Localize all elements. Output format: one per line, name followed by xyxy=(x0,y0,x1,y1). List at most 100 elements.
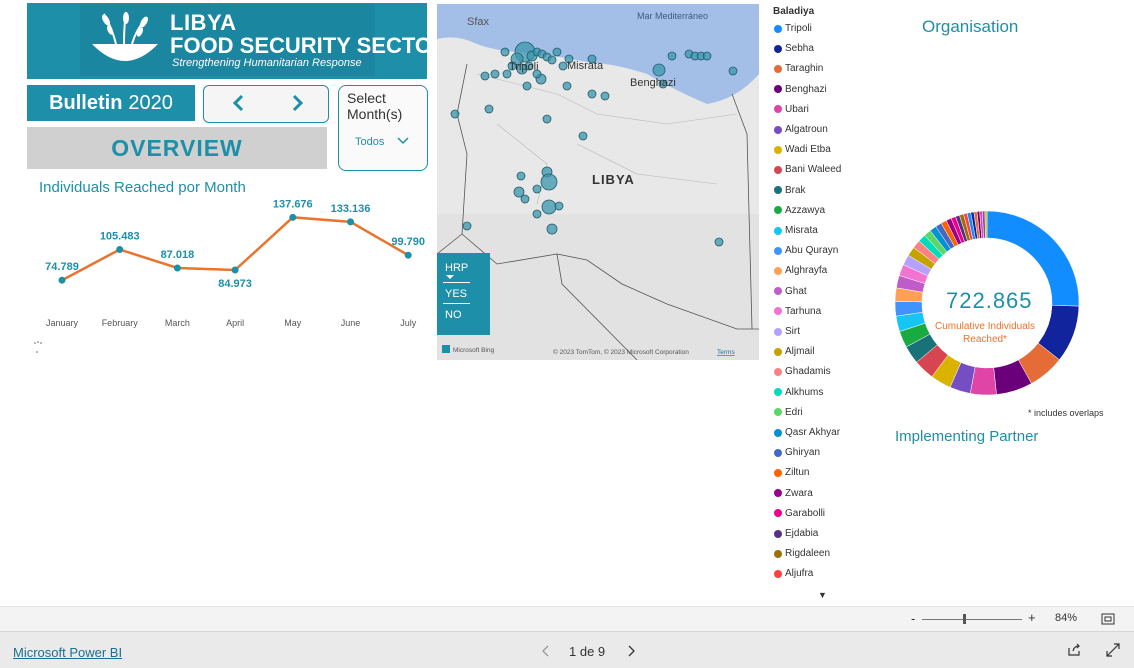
zoom-out-button[interactable]: - xyxy=(911,611,915,626)
next-page-icon[interactable] xyxy=(626,645,636,657)
legend-item[interactable]: Ghiryan xyxy=(774,447,820,458)
footer-bar: Microsoft Power BI 1 de 9 xyxy=(0,631,1134,668)
legend-item[interactable]: Aljmail xyxy=(774,346,814,357)
map-bubble[interactable] xyxy=(532,209,542,219)
legend-item-label: Aljufra xyxy=(785,568,814,580)
legend-item[interactable]: Brak xyxy=(774,185,806,196)
map-bubble[interactable] xyxy=(484,104,494,114)
chevron-down-icon[interactable] xyxy=(397,135,409,149)
map-bubble[interactable] xyxy=(516,171,526,181)
legend-item[interactable]: Wadi Etba xyxy=(774,144,831,155)
legend-item[interactable]: Sirt xyxy=(774,326,800,337)
data-point[interactable] xyxy=(231,266,239,274)
map-terms-link[interactable]: Terms xyxy=(717,349,735,356)
legend-item[interactable]: Qasr Akhyar xyxy=(774,427,840,438)
map-bubble[interactable] xyxy=(578,131,588,141)
legend-scroll-down-icon[interactable]: ▼ xyxy=(818,590,827,600)
map-bubble[interactable] xyxy=(540,173,558,191)
map-bubble[interactable] xyxy=(667,51,677,61)
data-point[interactable] xyxy=(116,246,124,254)
cumulative-label: Cumulative Individuals Reached* xyxy=(934,321,1036,345)
legend-dot-icon xyxy=(774,287,782,296)
map-bubble[interactable] xyxy=(541,199,557,215)
legend-item-label: Ziltun xyxy=(785,467,810,479)
hrp-option-yes[interactable]: YES xyxy=(445,288,467,300)
zoom-in-button[interactable]: + xyxy=(1028,610,1036,625)
next-page-button[interactable] xyxy=(288,94,306,112)
x-tick-label: January xyxy=(46,318,79,328)
zoom-slider-thumb[interactable] xyxy=(963,614,966,624)
prev-page-button[interactable] xyxy=(230,94,248,112)
legend-dot-icon xyxy=(774,64,782,73)
map-bubble[interactable] xyxy=(702,51,712,61)
month-dropdown[interactable]: Todos xyxy=(355,136,384,148)
hrp-option-no[interactable]: NO xyxy=(445,309,462,321)
legend-item[interactable]: Tripoli xyxy=(774,23,812,34)
legend-item-label: Sirt xyxy=(785,326,800,337)
legend-item-label: Abu Qurayn xyxy=(785,245,839,257)
legend-item[interactable]: Aljufra xyxy=(774,568,813,579)
legend-item[interactable]: Tarhuna xyxy=(774,306,821,317)
map-bubble[interactable] xyxy=(562,81,572,91)
fullscreen-icon[interactable] xyxy=(1106,643,1120,657)
map-bubble[interactable] xyxy=(552,47,562,57)
caret-down-icon[interactable] xyxy=(445,274,455,280)
legend-item[interactable]: Alghrayfa xyxy=(774,265,827,276)
power-bi-link[interactable]: Microsoft Power BI xyxy=(13,645,122,660)
legend-item[interactable]: Taraghin xyxy=(774,63,823,74)
legend-item[interactable]: Benghazi xyxy=(774,84,827,95)
map-bubble[interactable] xyxy=(547,55,557,65)
map-bubble[interactable] xyxy=(462,221,472,231)
legend-item[interactable]: Sebha xyxy=(774,43,814,54)
data-point[interactable] xyxy=(404,251,412,259)
legend-item-label: Misrata xyxy=(785,225,818,236)
fit-to-page-icon[interactable] xyxy=(1101,613,1115,625)
legend-item[interactable]: Azzawya xyxy=(774,205,825,216)
data-point[interactable] xyxy=(58,276,66,284)
data-point[interactable] xyxy=(347,218,354,226)
data-point[interactable] xyxy=(289,213,297,221)
legend-item[interactable]: Ghadamis xyxy=(774,366,831,377)
map-bubble[interactable] xyxy=(542,114,552,124)
map-bubble[interactable] xyxy=(728,66,738,76)
legend-item-label: Benghazi xyxy=(785,83,827,95)
legend-item[interactable]: Ubari xyxy=(774,104,809,115)
prev-page-icon[interactable] xyxy=(541,645,551,657)
map-bubble[interactable] xyxy=(600,91,610,101)
overview-heading: OVERVIEW xyxy=(27,127,327,169)
legend-item[interactable]: Bani Waleed xyxy=(774,164,841,175)
map-bubble[interactable] xyxy=(554,201,564,211)
share-icon[interactable] xyxy=(1067,643,1081,657)
legend-item[interactable]: Rigdaleen xyxy=(774,548,830,559)
legend-item[interactable]: Ziltun xyxy=(774,467,809,478)
legend-item[interactable]: Edri xyxy=(774,407,803,418)
data-point[interactable] xyxy=(173,264,181,272)
legend-item[interactable]: Abu Qurayn xyxy=(774,245,838,256)
legend-item[interactable]: Alkhums xyxy=(774,387,823,398)
map-bubble[interactable] xyxy=(480,71,490,81)
map-bubble[interactable] xyxy=(520,194,530,204)
legend-item[interactable]: Misrata xyxy=(774,225,818,236)
donut-slice[interactable] xyxy=(984,210,988,239)
map-bubble[interactable] xyxy=(714,237,724,247)
legend-item[interactable]: Ejdabia xyxy=(774,528,818,539)
map-bubble[interactable] xyxy=(587,89,597,99)
map-bubble[interactable] xyxy=(450,109,460,119)
legend-item[interactable]: Ghat xyxy=(774,286,807,297)
page-nav-box xyxy=(203,85,329,123)
map-bubble[interactable] xyxy=(532,184,542,194)
map-bubble[interactable] xyxy=(652,63,666,77)
legend-item-label: Ghat xyxy=(785,285,807,297)
organisation-title: Organisation xyxy=(922,17,1019,36)
map-bubble[interactable] xyxy=(558,61,568,71)
zoom-slider-track[interactable] xyxy=(922,619,1022,620)
legend-item[interactable]: Zwara xyxy=(774,488,813,499)
map-bubble[interactable] xyxy=(546,223,558,235)
map-bubble[interactable] xyxy=(490,69,500,79)
legend-item[interactable]: Algatroun xyxy=(774,124,828,135)
legend-item[interactable]: Garabolli xyxy=(774,508,825,519)
map-bubble[interactable] xyxy=(500,47,510,57)
map-label-benghazi: Benghazi xyxy=(630,77,676,89)
map-bubble[interactable] xyxy=(522,81,532,91)
legend-dot-icon xyxy=(774,509,782,518)
